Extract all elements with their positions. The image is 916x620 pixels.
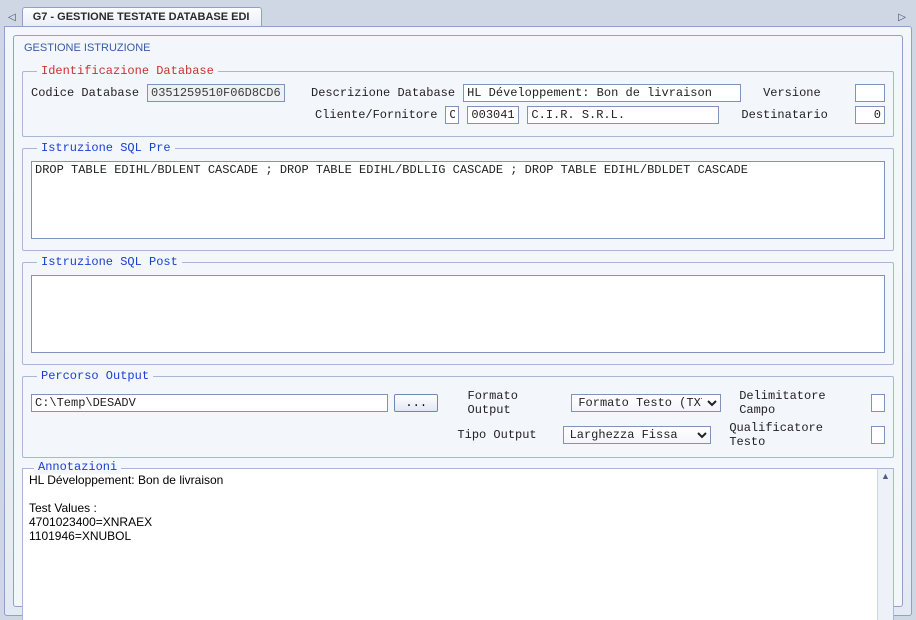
delimitatore-campo-label: Delimitatore Campo [739,389,865,417]
group-sql-post-legend: Istruzione SQL Post [37,255,182,269]
group-sql-pre-legend: Istruzione SQL Pre [37,141,175,155]
group-annotazioni-legend: Annotazioni [34,460,121,474]
group-sql-post: Istruzione SQL Post [22,255,894,365]
group-annotazioni: Annotazioni HL Développement: Bon de liv… [22,468,894,620]
destinatario-field[interactable] [855,106,885,124]
qualificatore-testo-field[interactable] [871,426,885,444]
main-panel: GESTIONE ISTRUZIONE Identificazione Data… [4,26,912,616]
qualificatore-testo-label: Qualificatore Testo [729,421,865,449]
group-identificazione-legend: Identificazione Database [37,64,218,78]
group-identificazione: Identificazione Database Codice Database… [22,64,894,137]
sql-post-textarea[interactable] [31,275,885,353]
scroll-up-icon[interactable]: ▲ [881,471,890,481]
tipo-output-label: Tipo Output [457,428,556,442]
descrizione-database-label: Descrizione Database [311,86,455,100]
group-sql-pre: Istruzione SQL Pre DROP TABLE EDIHL/BDLE… [22,141,894,251]
panel-title: GESTIONE ISTRUZIONE [22,40,894,60]
sql-pre-textarea[interactable]: DROP TABLE EDIHL/BDLENT CASCADE ; DROP T… [31,161,885,239]
tab-scroll-right-icon[interactable]: ▷ [894,12,910,26]
tab-scroll-left-icon[interactable]: ◁ [4,12,20,26]
group-percorso-output: Percorso Output ... Formato Output Forma… [22,369,894,458]
tipo-output-select[interactable]: Larghezza Fissa [563,426,712,444]
versione-field[interactable] [855,84,885,102]
descrizione-database-field[interactable] [463,84,741,102]
group-percorso-output-legend: Percorso Output [37,369,153,383]
active-tab[interactable]: G7 - GESTIONE TESTATE DATABASE EDI [22,7,263,26]
annotazioni-textarea[interactable]: HL Développement: Bon de livraison Test … [23,469,877,620]
codice-database-field [147,84,285,102]
formato-output-label: Formato Output [468,389,566,417]
percorso-output-field[interactable] [31,394,388,412]
inner-panel: GESTIONE ISTRUZIONE Identificazione Data… [13,35,903,607]
browse-path-button[interactable]: ... [394,394,438,412]
delimitatore-campo-field[interactable] [871,394,885,412]
annotazioni-scrollbar[interactable]: ▲ [877,469,893,620]
cliente-fornitore-type-field[interactable] [445,106,459,124]
cliente-fornitore-name-field[interactable] [527,106,719,124]
versione-label: Versione [763,86,821,100]
destinatario-label: Destinatario [741,108,827,122]
formato-output-select[interactable]: Formato Testo (TXT) [571,394,721,412]
cliente-fornitore-label: Cliente/Fornitore [315,108,437,122]
cliente-fornitore-code-field[interactable] [467,106,519,124]
codice-database-label: Codice Database [31,86,139,100]
